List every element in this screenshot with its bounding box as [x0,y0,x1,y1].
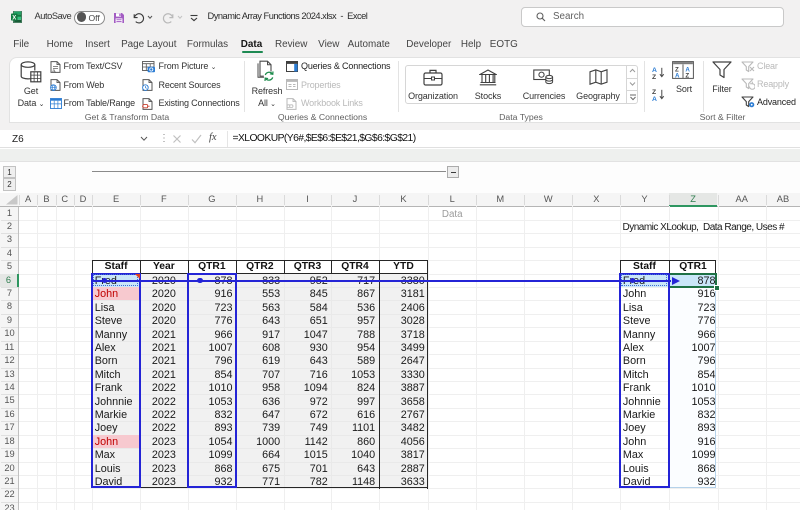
svg-text:A: A [652,96,657,101]
svg-text:Z: Z [685,72,689,79]
svg-text:a,: a, [52,69,56,73]
svg-text:A: A [675,72,680,79]
svg-text:Z: Z [652,74,656,79]
svg-text:X: X [12,15,16,21]
